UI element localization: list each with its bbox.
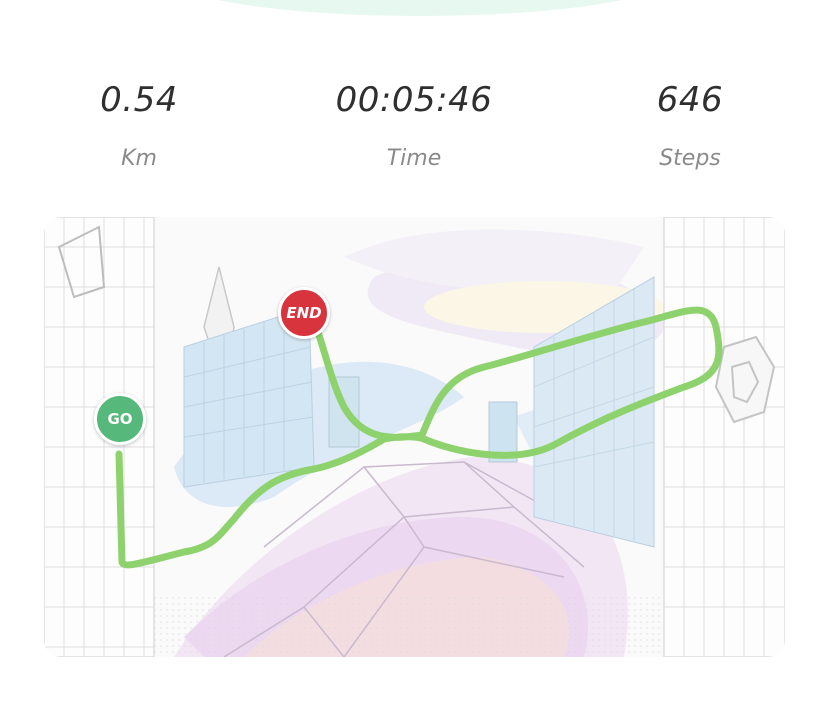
distance-value: 0.54 [100, 80, 178, 120]
route-map[interactable]: GO END [44, 217, 785, 657]
start-marker[interactable]: GO [94, 393, 146, 445]
time-value: 00:05:46 [335, 80, 493, 120]
distance-label: Km [121, 146, 157, 171]
time-label: Time [386, 146, 442, 171]
steps-label: Steps [659, 146, 721, 171]
steps-value: 646 [656, 80, 724, 120]
map-illustration [44, 217, 785, 657]
header-arc [160, 0, 680, 16]
end-marker[interactable]: END [278, 287, 330, 339]
